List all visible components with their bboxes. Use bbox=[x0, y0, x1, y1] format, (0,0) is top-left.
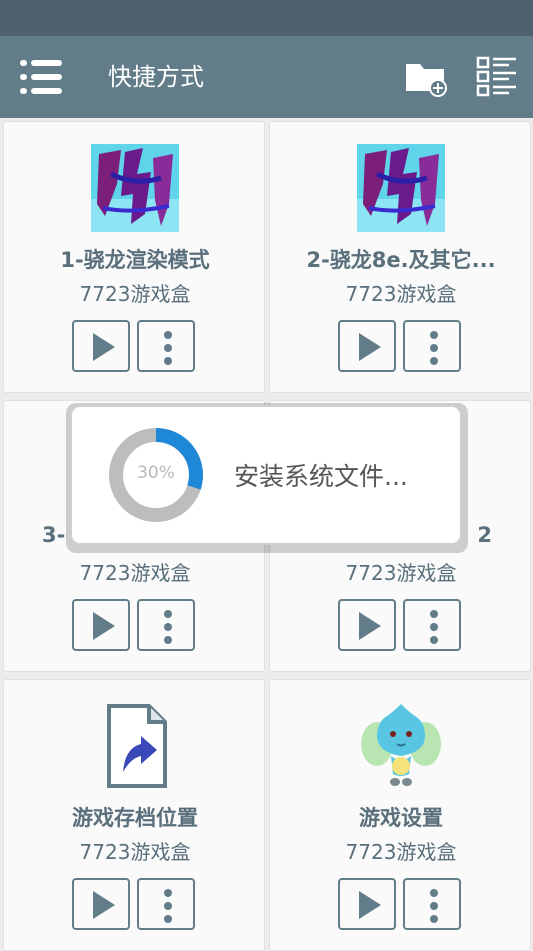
shortcut-card[interactable]: 1-骁龙渲染模式 7723游戏盒 bbox=[3, 121, 265, 393]
card-subtitle: 7723游戏盒 bbox=[345, 561, 457, 585]
progress-dialog: 30% 安装系统文件... bbox=[70, 405, 462, 545]
card-subtitle: 7723游戏盒 bbox=[79, 561, 191, 585]
shortcut-card[interactable]: 游戏设置 7723游戏盒 bbox=[269, 679, 531, 951]
play-icon bbox=[359, 891, 381, 919]
card-title: 游戏存档位置 bbox=[72, 806, 198, 830]
xianjian-game-icon bbox=[91, 144, 179, 232]
more-vertical-icon bbox=[430, 610, 438, 644]
play-icon bbox=[93, 891, 115, 919]
play-icon bbox=[359, 612, 381, 640]
status-bar bbox=[0, 0, 533, 36]
progress-message: 安装系统文件... bbox=[234, 462, 408, 491]
more-vertical-icon bbox=[164, 889, 172, 923]
more-options-button[interactable] bbox=[403, 599, 461, 651]
shortcut-card[interactable]: 2-骁龙8e.及其它... 7723游戏盒 bbox=[269, 121, 531, 393]
shortcut-file-icon bbox=[107, 704, 167, 788]
more-vertical-icon bbox=[164, 331, 172, 365]
play-icon bbox=[93, 333, 115, 361]
more-options-button[interactable] bbox=[137, 320, 195, 372]
play-button[interactable] bbox=[338, 878, 396, 930]
checklist-view-icon[interactable] bbox=[476, 56, 518, 98]
menu-icon[interactable] bbox=[20, 58, 62, 96]
card-title: 1-骁龙渲染模式 bbox=[60, 248, 210, 272]
card-title: 2-骁龙8e.及其它... bbox=[306, 248, 496, 272]
card-title: 游戏设置 bbox=[359, 806, 443, 830]
folder-add-icon[interactable] bbox=[404, 58, 448, 98]
more-vertical-icon bbox=[164, 610, 172, 644]
card-subtitle: 7723游戏盒 bbox=[345, 840, 457, 864]
more-vertical-icon bbox=[430, 889, 438, 923]
fairy-character-icon bbox=[361, 704, 441, 786]
play-button[interactable] bbox=[72, 878, 130, 930]
more-vertical-icon bbox=[430, 331, 438, 365]
play-button[interactable] bbox=[72, 320, 130, 372]
app-bar: 快捷方式 bbox=[0, 36, 533, 118]
more-options-button[interactable] bbox=[137, 599, 195, 651]
xianjian-game-icon bbox=[357, 144, 445, 232]
play-button[interactable] bbox=[338, 599, 396, 651]
card-subtitle: 7723游戏盒 bbox=[79, 840, 191, 864]
card-subtitle: 7723游戏盒 bbox=[79, 282, 191, 306]
more-options-button[interactable] bbox=[403, 878, 461, 930]
play-button[interactable] bbox=[72, 599, 130, 651]
page-title: 快捷方式 bbox=[108, 63, 204, 91]
progress-percent: 30% bbox=[137, 463, 175, 483]
play-icon bbox=[93, 612, 115, 640]
shortcut-card[interactable]: 游戏存档位置 7723游戏盒 bbox=[3, 679, 265, 951]
play-icon bbox=[359, 333, 381, 361]
more-options-button[interactable] bbox=[403, 320, 461, 372]
play-button[interactable] bbox=[338, 320, 396, 372]
more-options-button[interactable] bbox=[137, 878, 195, 930]
card-subtitle: 7723游戏盒 bbox=[345, 282, 457, 306]
